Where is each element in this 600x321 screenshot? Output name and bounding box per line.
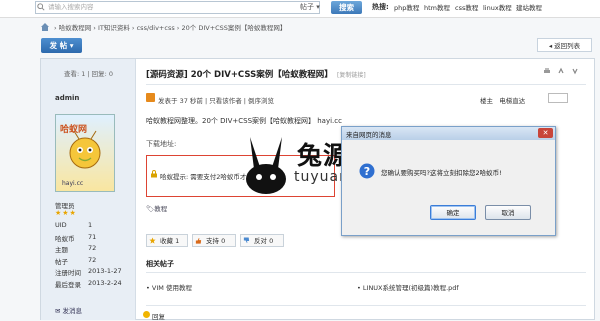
star-icon <box>149 237 156 244</box>
floor-jump-input[interactable] <box>548 93 568 103</box>
floor-label: 楼主 电梯直达 <box>480 97 526 105</box>
breadcrumb-separator: › <box>131 24 135 32</box>
thumbs-up-icon <box>195 237 202 244</box>
next-thread-icon[interactable] <box>571 67 579 75</box>
search-input[interactable]: 请输入搜索内容 <box>35 1 320 14</box>
stat-label: 哈蚁币 <box>55 235 75 243</box>
search-icon <box>37 3 45 11</box>
author-online-icon <box>146 93 155 102</box>
stat-label: 最后登录 <box>55 281 81 289</box>
views-replies-count: 查看: 1 | 回复: 0 <box>63 70 114 78</box>
cancel-button[interactable]: 取消 <box>485 205 531 220</box>
hot-link[interactable]: 建站教程 <box>516 2 542 12</box>
related-thread-link[interactable]: • LINUX系统管理(初级篇)教程.pdf <box>357 282 459 292</box>
hot-link[interactable]: linux教程 <box>483 2 512 12</box>
stat-value: 2013-2-24 <box>88 279 122 287</box>
hot-link[interactable]: htm教程 <box>424 2 450 12</box>
post-body: 哈蚁教程网整理。20个 DIV+CSS案例【哈蚁教程网】 hayi.cc <box>146 117 342 125</box>
pay-notice-text[interactable]: 哈蚁提示: 需要支付2哈蚁币才 <box>160 171 246 181</box>
close-icon[interactable]: ✕ <box>538 128 553 138</box>
stat-value: 71 <box>88 233 97 241</box>
send-message-link[interactable]: ✉ 发消息 <box>55 305 82 315</box>
stat-label: 帖子 <box>55 258 68 266</box>
svg-text:?: ? <box>364 165 370 178</box>
breadcrumb-link[interactable]: 哈蚁教程网 <box>59 24 92 32</box>
copy-link[interactable]: [复制链接] <box>337 70 366 79</box>
print-icon[interactable] <box>543 67 551 75</box>
divider <box>146 84 586 85</box>
breadcrumb-separator: › <box>176 24 180 32</box>
stat-label: 注册时间 <box>55 269 81 277</box>
avatar-logo-text: 哈蚁网 <box>60 125 88 135</box>
question-icon: ? <box>359 163 375 179</box>
return-to-list-button[interactable]: ◂ 返回列表 <box>537 38 592 52</box>
related-thread-link[interactable]: • VIM 使用教程 <box>146 282 192 292</box>
thumbs-down-icon <box>243 237 250 244</box>
dialog-message: 您确认要购买吗?这将立刻扣除您2哈蚁币! <box>381 169 502 177</box>
home-icon[interactable] <box>40 22 50 31</box>
breadcrumb-separator: › <box>93 24 96 32</box>
stat-value: 72 <box>88 244 97 252</box>
stat-value: 72 <box>88 256 97 264</box>
chevron-down-icon: ▾ <box>69 41 74 50</box>
hot-link[interactable]: css教程 <box>455 2 478 12</box>
related-threads-title: 相关帖子 <box>146 260 174 268</box>
reply-icon <box>143 311 150 318</box>
lock-icon <box>151 170 157 178</box>
post-meta[interactable]: 发表于 37 秒前 | 只看该作者 | 倒序浏览 <box>158 95 274 105</box>
mail-icon: ✉ <box>55 307 61 315</box>
breadcrumb: › 哈蚁教程网 › IT知识资料 › css/div+css › 20个 DIV… <box>54 22 286 32</box>
search-scope-select[interactable]: 帖子 ▾ <box>300 1 330 14</box>
dialog-title: 来自网页的消息 <box>346 131 392 139</box>
stat-label: 主题 <box>55 246 68 254</box>
thread-title: [源码资源] 20个 DIV+CSS案例【哈蚁教程网】 <box>146 70 333 80</box>
floor-jump-label: 电梯直达 <box>499 97 526 105</box>
chevron-left-icon: ◂ <box>548 42 553 50</box>
avatar-url-text: hayi.cc <box>62 180 84 187</box>
tutorial-tag-link[interactable]: 🏷教程 <box>146 203 167 213</box>
stat-value: 1 <box>88 221 93 229</box>
breadcrumb-link[interactable]: IT知识资料 <box>98 24 130 32</box>
search-button[interactable]: 搜索 <box>331 1 362 14</box>
divider <box>146 305 586 306</box>
stat-label: UID <box>55 221 67 229</box>
ok-button[interactable]: 确定 <box>430 205 476 220</box>
rank-stars: ★★★ <box>55 209 77 217</box>
author-name[interactable]: admin <box>55 94 79 102</box>
previous-thread-icon[interactable] <box>557 67 565 75</box>
breadcrumb-link[interactable]: 20个 DIV+CSS案例【哈蚁教程网】 <box>181 24 286 32</box>
download-label: 下载地址: <box>146 140 177 148</box>
breadcrumb-item: › <box>54 24 57 32</box>
post-thread-button[interactable]: 发 帖 ▾ <box>41 38 82 53</box>
divider <box>146 272 586 273</box>
chevron-down-icon: ▾ <box>316 3 320 11</box>
breadcrumb-link[interactable]: css/div+css <box>137 24 175 32</box>
hot-search-label: 热搜: <box>372 3 389 11</box>
rabbit-logo-icon <box>246 137 286 194</box>
stat-value: 2013-1-27 <box>88 267 122 275</box>
hot-link[interactable]: php教程 <box>394 2 419 12</box>
